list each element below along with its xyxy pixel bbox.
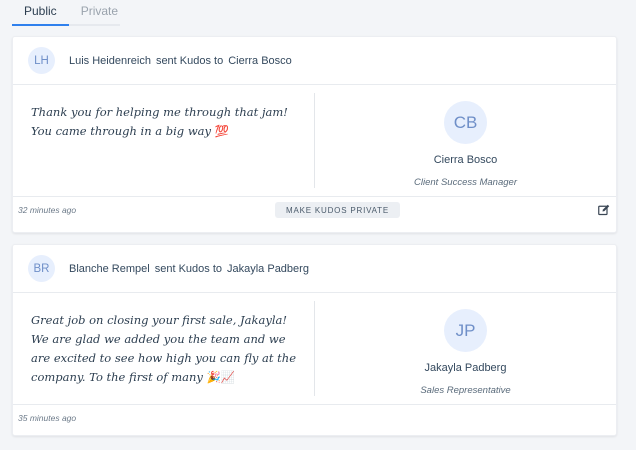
kudos-message: Great job on closing your first sale, Ja… (13, 301, 315, 396)
timestamp: 35 minutes ago (18, 413, 77, 423)
kudos-card-footer: 32 minutes ago MAKE KUDOS PRIVATE (13, 197, 616, 223)
kudos-header-text: Luis Heidenreich sent Kudos to Cierra Bosc… (69, 55, 292, 67)
recipient-avatar: JP (444, 309, 487, 352)
kudos-header-text: Blanche Rempel sent Kudos to Jakayla Padbe… (69, 263, 309, 275)
recipient-name-header: Jakayla Padberg (227, 262, 309, 275)
sender-name: Luis Heidenreich (69, 54, 151, 67)
timestamp: 32 minutes ago (18, 205, 77, 215)
tab-private[interactable]: Private (69, 0, 130, 26)
kudos-tabs: Public Private (12, 0, 120, 26)
kudos-message: Thank you for helping me through that ja… (13, 93, 315, 188)
kudos-card: BR Blanche Rempel sent Kudos to Jakayla Pa… (12, 244, 617, 436)
sent-kudos-text: sent Kudos to (154, 262, 222, 275)
recipient-title: Sales Representative (420, 385, 511, 396)
recipient-name-header: Cierra Bosco (228, 54, 292, 67)
kudos-card-body: Thank you for helping me through that ja… (13, 85, 616, 197)
message-emoji: 🎉📈 (206, 370, 236, 384)
recipient-name: Cierra Bosco (433, 154, 498, 166)
recipient-avatar: CB (444, 101, 487, 144)
kudos-card-body: Great job on closing your first sale, Ja… (13, 293, 616, 405)
message-emoji: 💯 (214, 124, 230, 138)
kudos-card-header: BR Blanche Rempel sent Kudos to Jakayla Pa… (13, 245, 616, 293)
recipient-panel: JP Jakayla Padberg Sales Representative (315, 293, 616, 404)
recipient-title: Client Success Manager (414, 177, 517, 188)
kudos-card: LH Luis Heidenreich sent Kudos to Cierra B… (12, 36, 617, 233)
sender-avatar: LH (28, 47, 55, 74)
make-kudos-private-button[interactable]: MAKE KUDOS PRIVATE (275, 202, 400, 218)
edit-icon[interactable] (598, 204, 610, 216)
recipient-panel: CB Cierra Bosco Client Success Manager (315, 85, 616, 196)
sender-avatar: BR (28, 255, 55, 282)
tab-public[interactable]: Public (12, 0, 69, 26)
recipient-name: Jakayla Padberg (424, 362, 507, 374)
sent-kudos-text: sent Kudos to (155, 54, 224, 67)
sender-name: Blanche Rempel (69, 262, 150, 275)
kudos-card-footer: 35 minutes ago (13, 405, 616, 431)
kudos-card-header: LH Luis Heidenreich sent Kudos to Cierra B… (13, 37, 616, 85)
